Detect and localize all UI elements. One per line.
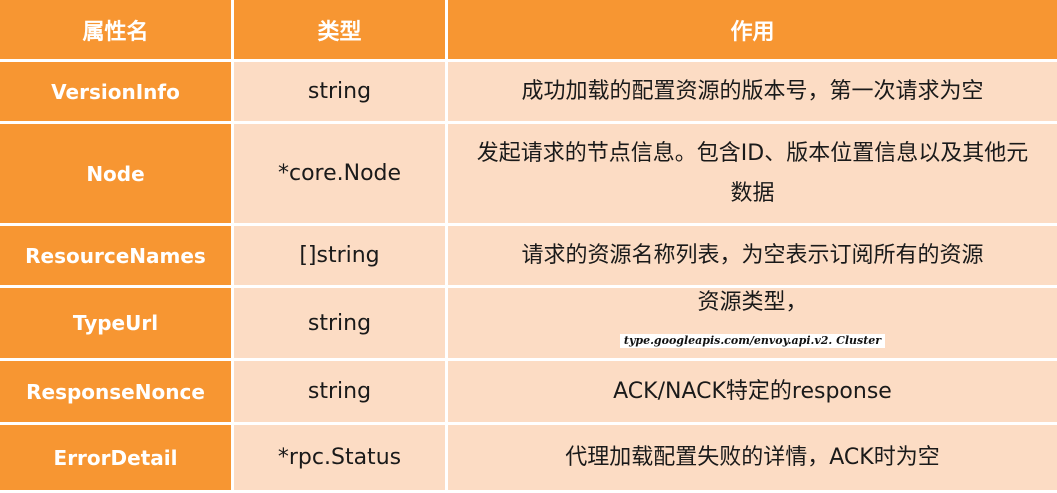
- table-row: ResourceNames []string 请求的资源名称列表，为空表示订阅所…: [0, 226, 1057, 288]
- header-type: 类型: [234, 0, 448, 62]
- type-url-example: type.googleapis.com/envoy.api.v2. Cluste…: [619, 334, 886, 348]
- type-cell: *rpc.Status: [234, 425, 448, 493]
- attribute-name-cell: Node: [0, 124, 234, 226]
- attribute-name-cell: ErrorDetail: [0, 425, 234, 493]
- header-attribute-name: 属性名: [0, 0, 234, 62]
- description-cell: 发起请求的节点信息。包含ID、版本位置信息以及其他元数据: [448, 124, 1057, 226]
- description-cell: 请求的资源名称列表，为空表示订阅所有的资源: [448, 226, 1057, 288]
- table-header-row: 属性名 类型 作用: [0, 0, 1057, 62]
- type-cell: string: [234, 361, 448, 425]
- type-cell: string: [234, 62, 448, 124]
- description-cell: 代理加载配置失败的详情，ACK时为空: [448, 425, 1057, 493]
- table-row: TypeUrl string 资源类型， type.googleapis.com…: [0, 288, 1057, 361]
- attribute-name-cell: TypeUrl: [0, 288, 234, 361]
- type-cell: []string: [234, 226, 448, 288]
- table-row: ResponseNonce string ACK/NACK特定的response: [0, 361, 1057, 425]
- attribute-name-cell: ResponseNonce: [0, 361, 234, 425]
- table-row: ErrorDetail *rpc.Status 代理加载配置失败的详情，ACK时…: [0, 425, 1057, 493]
- attribute-name-cell: VersionInfo: [0, 62, 234, 124]
- table-row: Node *core.Node 发起请求的节点信息。包含ID、版本位置信息以及其…: [0, 124, 1057, 226]
- description-cell: ACK/NACK特定的response: [448, 361, 1057, 425]
- header-purpose: 作用: [448, 0, 1057, 62]
- table-row: VersionInfo string 成功加载的配置资源的版本号，第一次请求为空: [0, 62, 1057, 124]
- type-cell: string: [234, 288, 448, 361]
- attribute-table: 属性名 类型 作用 VersionInfo string 成功加载的配置资源的版…: [0, 0, 1057, 493]
- description-cell: 资源类型， type.googleapis.com/envoy.api.v2. …: [448, 288, 1057, 361]
- attribute-name-cell: ResourceNames: [0, 226, 234, 288]
- description-text: 资源类型，: [697, 290, 808, 315]
- type-cell: *core.Node: [234, 124, 448, 226]
- description-cell: 成功加载的配置资源的版本号，第一次请求为空: [448, 62, 1057, 124]
